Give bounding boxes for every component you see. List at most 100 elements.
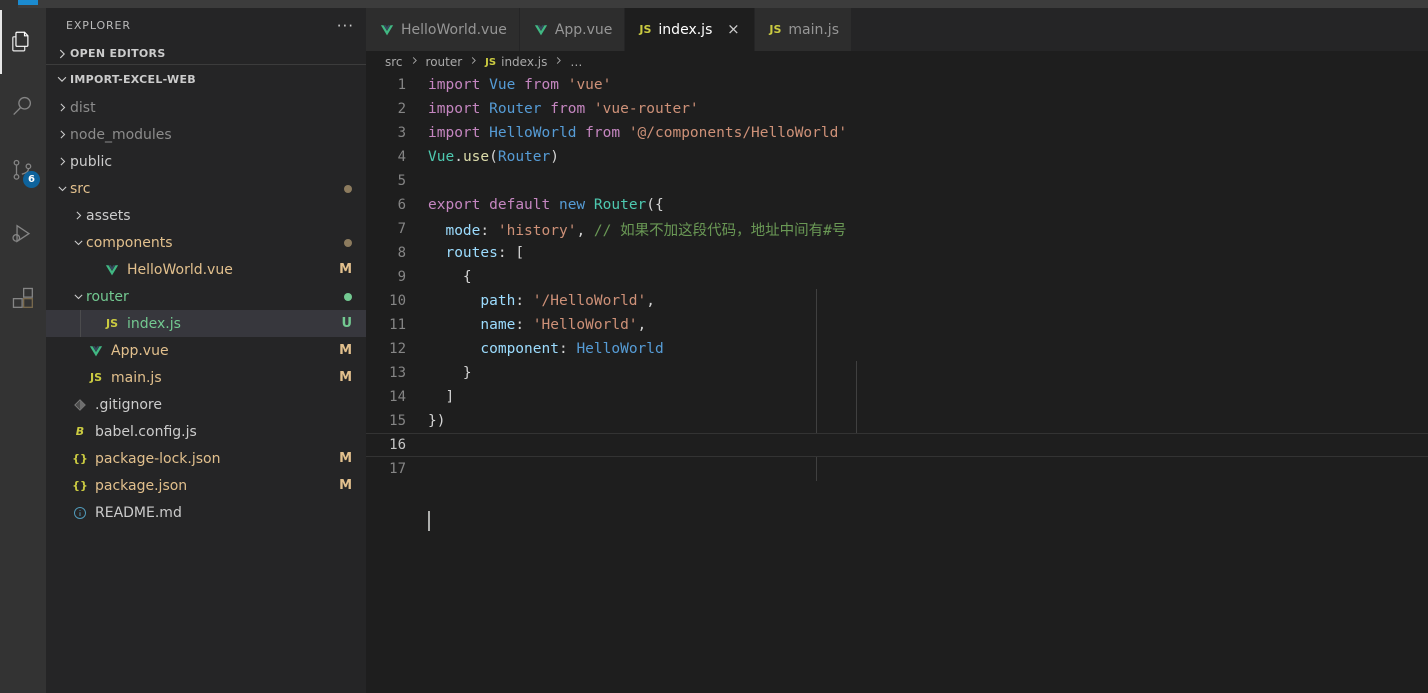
code-line-content: routes: [ xyxy=(428,245,524,261)
tree-item-git-status: M xyxy=(339,478,352,493)
code-line[interactable]: 11 name: 'HelloWorld', xyxy=(366,313,1428,337)
code-line[interactable]: 10 path: '/HelloWorld', xyxy=(366,289,1428,313)
activity-item-run-debug[interactable] xyxy=(0,202,46,266)
tree-item-label: public xyxy=(70,153,113,170)
editor-tab-index-js[interactable]: JS index.js × xyxy=(625,8,756,51)
activity-item-extensions[interactable] xyxy=(0,266,46,330)
code-token: }) xyxy=(428,413,446,429)
tree-item-label: package-lock.json xyxy=(95,450,221,467)
editor-tab-main-js[interactable]: JS main.js xyxy=(755,8,852,51)
code-token: HelloWorld xyxy=(489,125,577,141)
activity-item-search[interactable] xyxy=(0,74,46,138)
activity-item-source-control[interactable]: 6 xyxy=(0,138,46,202)
code-line[interactable]: 17 xyxy=(366,457,1428,481)
editor-tab-helloworld-vue[interactable]: HelloWorld.vue xyxy=(366,8,520,51)
line-number: 16 xyxy=(389,437,406,453)
tree-item-assets[interactable]: assets xyxy=(46,202,366,229)
close-icon[interactable]: × xyxy=(724,21,742,39)
code-line[interactable]: 1 import Vue from 'vue' xyxy=(366,73,1428,97)
tree-item-index-js[interactable]: JS index.js U xyxy=(46,310,366,337)
chevron-right-icon xyxy=(70,208,86,224)
tree-item-package-lock-json[interactable]: {} package-lock.json M xyxy=(46,445,366,472)
code-token: // 如果不加这段代码，地址中间有#号 xyxy=(593,222,847,239)
activity-item-explorer[interactable] xyxy=(0,10,46,74)
code-line[interactable]: 16 xyxy=(366,433,1428,457)
code-editor[interactable]: 1 import Vue from 'vue' 2 import Router fro… xyxy=(366,73,1428,693)
markdown-file-icon xyxy=(70,506,90,520)
breadcrumb-item-src[interactable]: src xyxy=(385,55,403,69)
code-token: ( xyxy=(489,149,498,165)
js-file-icon: JS xyxy=(89,371,102,384)
tree-item-spacer xyxy=(86,262,102,278)
breadcrumb-item--[interactable]: … xyxy=(570,55,582,69)
code-line-content: export default new Router({ xyxy=(428,197,664,213)
code-line[interactable]: 8 routes: [ xyxy=(366,241,1428,265)
code-line-content: }) xyxy=(428,413,445,429)
code-token: 'history' xyxy=(497,222,577,239)
vue-file-icon xyxy=(102,263,122,277)
tree-item-readme-md[interactable]: README.md xyxy=(46,499,366,526)
tree-item-status-dot xyxy=(344,292,352,301)
tree-item-spacer xyxy=(54,505,70,521)
tree-item--gitignore[interactable]: .gitignore xyxy=(46,391,366,418)
chevron-down-icon xyxy=(70,235,86,251)
breadcrumb: src router JS index.js … xyxy=(366,51,1428,73)
code-token: : xyxy=(515,317,533,333)
tree-item-public[interactable]: public xyxy=(46,148,366,175)
section-project-root[interactable]: IMPORT-EXCEL-WEB xyxy=(46,65,366,93)
vue-file-icon xyxy=(86,344,106,358)
code-line[interactable]: 14 ] xyxy=(366,385,1428,409)
code-line[interactable]: 7 mode: 'history', // 如果不加这段代码，地址中间有#号 xyxy=(366,217,1428,241)
code-token: Vue xyxy=(489,77,516,93)
code-token: 'HelloWorld' xyxy=(532,317,638,333)
code-token: import xyxy=(428,101,481,117)
tree-item-node-modules[interactable]: node_modules xyxy=(46,121,366,148)
tree-item-spacer xyxy=(54,478,70,494)
code-line[interactable]: 6 export default new Router({ xyxy=(366,193,1428,217)
code-line-content: { xyxy=(428,269,472,285)
code-line[interactable]: 12 component: HelloWorld xyxy=(366,337,1428,361)
code-line[interactable]: 2 import Router from 'vue-router' xyxy=(366,97,1428,121)
tree-item-helloworld-vue[interactable]: HelloWorld.vue M xyxy=(46,256,366,283)
breadcrumb-item-router[interactable]: router xyxy=(426,55,463,69)
tree-item-app-vue[interactable]: App.vue M xyxy=(46,337,366,364)
section-open-editors[interactable]: OPEN EDITORS xyxy=(46,43,366,65)
tree-item-main-js[interactable]: JS main.js M xyxy=(46,364,366,391)
code-token: from xyxy=(550,101,586,117)
code-line-content: name: 'HelloWorld', xyxy=(428,317,646,333)
code-line[interactable]: 5 xyxy=(366,169,1428,193)
chevron-down-icon xyxy=(54,181,70,197)
code-token: Router xyxy=(497,149,551,165)
text-cursor xyxy=(428,511,430,531)
tree-item-package-json[interactable]: {} package.json M xyxy=(46,472,366,499)
code-token: : xyxy=(480,222,498,239)
sidebar-more-actions-icon[interactable]: ··· xyxy=(337,18,354,33)
code-token: name xyxy=(480,317,516,333)
code-line[interactable]: 4 Vue.use(Router) xyxy=(366,145,1428,169)
tree-item-src[interactable]: src xyxy=(46,175,366,202)
breadcrumb-label: src xyxy=(385,55,403,69)
code-line[interactable]: 13 } xyxy=(366,361,1428,385)
tree-item-components[interactable]: components xyxy=(46,229,366,256)
code-line[interactable]: 15}) xyxy=(366,409,1428,433)
editor-tab-app-vue[interactable]: App.vue xyxy=(519,8,626,51)
sidebar-title-label: EXPLORER xyxy=(66,19,131,32)
tree-item-dist[interactable]: dist xyxy=(46,94,366,121)
breadcrumb-item-index-js[interactable]: JS index.js xyxy=(485,55,547,69)
line-number: 1 xyxy=(397,77,406,93)
tree-item-label: .gitignore xyxy=(95,396,162,413)
chevron-right-icon xyxy=(54,100,70,116)
json-file-icon: {} xyxy=(72,479,88,492)
tree-item-router[interactable]: router xyxy=(46,283,366,310)
code-token: . xyxy=(454,149,463,165)
tree-item-babel-config-js[interactable]: Bbabel.config.js xyxy=(46,418,366,445)
code-line[interactable]: 9 { xyxy=(366,265,1428,289)
code-line[interactable]: 3 import HelloWorld from '@/components/He… xyxy=(366,121,1428,145)
tree-item-label: assets xyxy=(86,207,131,224)
line-number: 6 xyxy=(397,197,406,213)
